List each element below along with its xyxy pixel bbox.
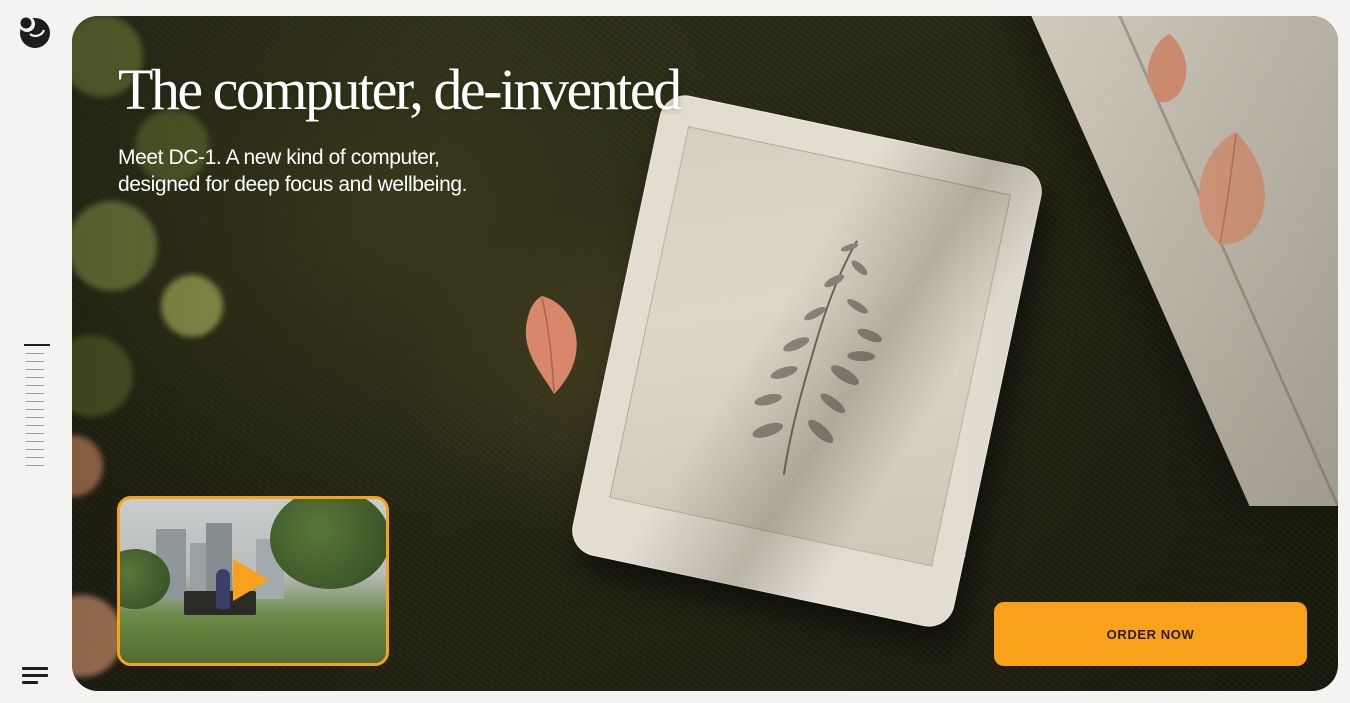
order-now-button[interactable]: ORDER NOW (994, 602, 1307, 666)
brand-logo-icon[interactable] (16, 14, 52, 50)
scroll-tick (26, 433, 44, 434)
hero-section: The computer, de-invented Meet DC-1. A n… (72, 16, 1338, 691)
scroll-tick (26, 457, 44, 458)
scroll-tick (26, 441, 44, 442)
scroll-tick (26, 425, 44, 426)
thumbnail-person (216, 569, 230, 609)
hero-subhead: Meet DC-1. A new kind of computer, desig… (118, 144, 538, 198)
hero-subhead-line: Meet DC-1. A new kind of computer, (118, 146, 440, 169)
scroll-tick (26, 385, 44, 386)
scroll-tick (26, 393, 44, 394)
hero-subhead-line: designed for deep focus and wellbeing. (118, 173, 468, 196)
play-icon[interactable] (233, 559, 269, 601)
video-thumbnail[interactable] (117, 496, 389, 666)
scroll-tick (26, 409, 44, 410)
thumbnail-tree (270, 499, 386, 589)
left-rail (0, 0, 72, 703)
hero-headline: The computer, de-invented (118, 57, 682, 122)
scroll-tick (26, 377, 44, 378)
scroll-tick (26, 353, 44, 354)
menu-icon[interactable] (22, 667, 48, 687)
scroll-tick (26, 465, 44, 466)
scroll-tick-active (24, 344, 50, 346)
scroll-tick (26, 401, 44, 402)
scroll-tick (26, 361, 44, 362)
scroll-tick (26, 417, 44, 418)
scroll-progress-indicator[interactable] (24, 344, 50, 470)
scroll-tick (26, 449, 44, 450)
thumbnail-ground (120, 615, 386, 663)
scroll-tick (26, 369, 44, 370)
